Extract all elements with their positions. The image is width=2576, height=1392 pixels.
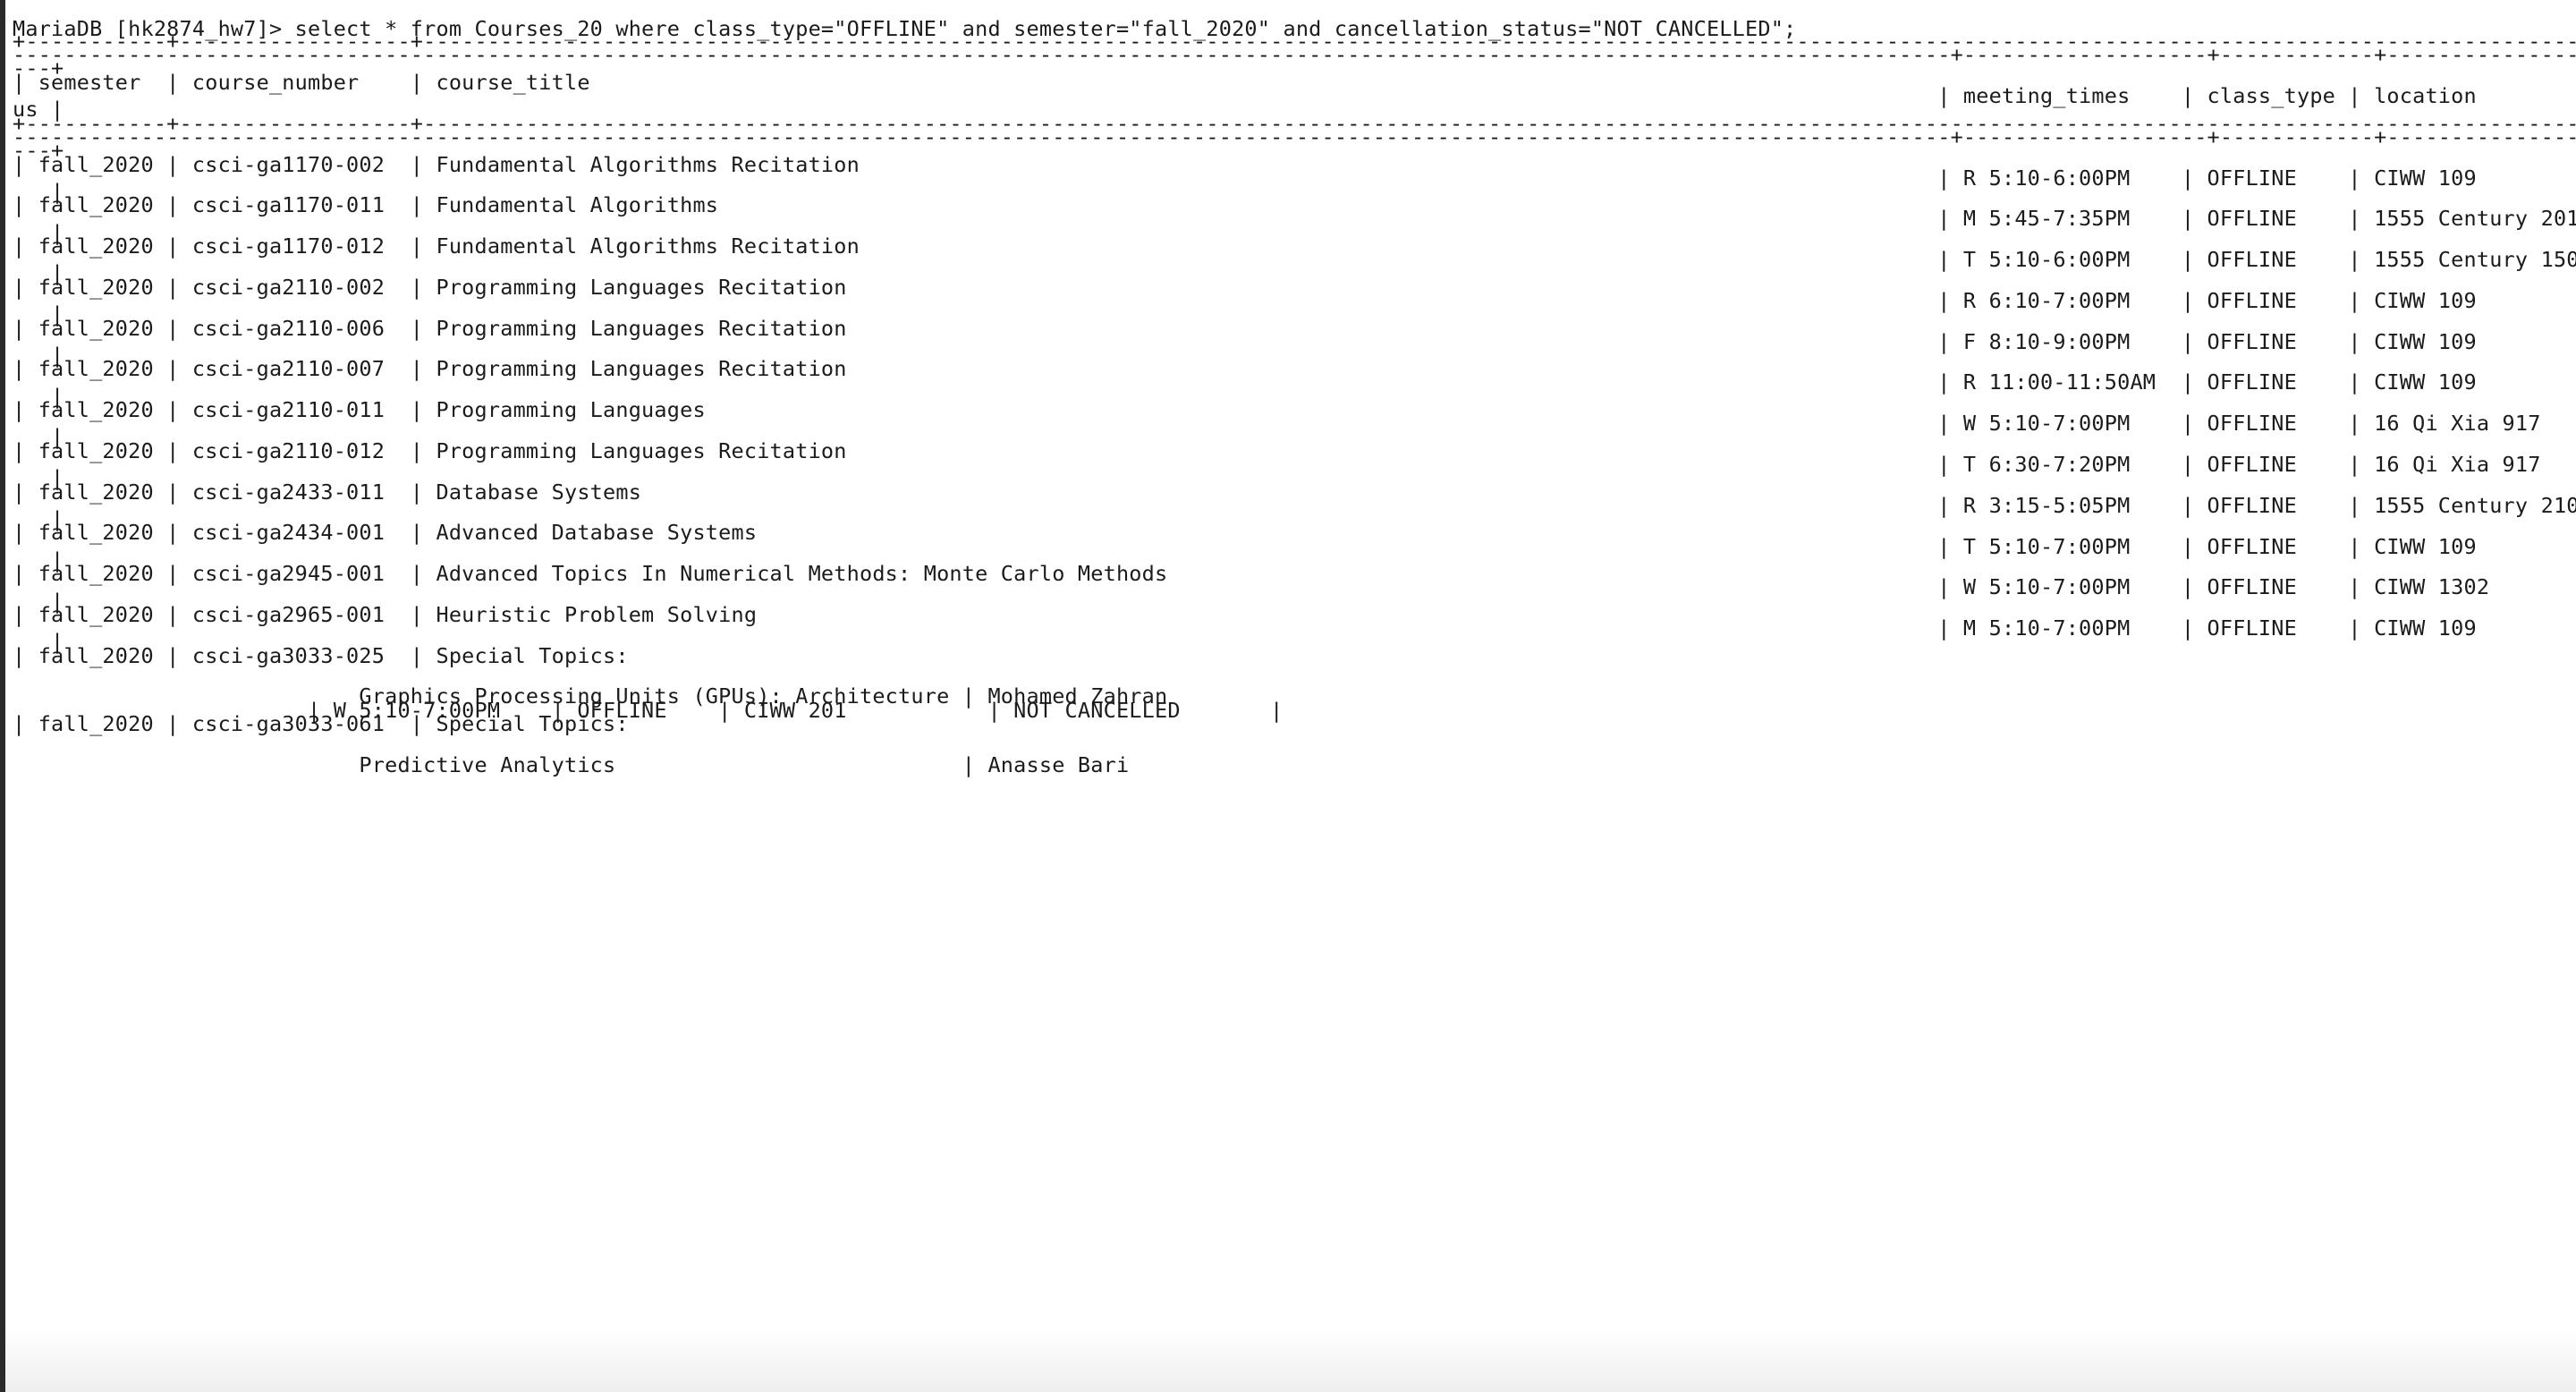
table-row: | M 5:45-7:35PM | OFFLINE | 1555 Century… bbox=[13, 206, 2576, 231]
table-row: | R 6:10-7:00PM | OFFLINE | CIWW 109 | N… bbox=[13, 288, 2576, 313]
table-row: | W 5:10-7:00PM | OFFLINE | CIWW 1302 | … bbox=[13, 574, 2576, 599]
table-border: ----------------------------------------… bbox=[13, 42, 2576, 67]
table-row: | T 6:30-7:20PM | OFFLINE | 16 Qi Xia 91… bbox=[13, 452, 2576, 477]
terminal-window[interactable]: MariaDB [hk2874_hw7]> select * from Cour… bbox=[0, 0, 2576, 1392]
table-row: | R 11:00-11:50AM | OFFLINE | CIWW 109 |… bbox=[13, 369, 2576, 395]
table-row: | fall_2020 | csci-ga3033-061 | Special … bbox=[13, 711, 629, 736]
table-row: | T 5:10-6:00PM | OFFLINE | 1555 Century… bbox=[13, 247, 2576, 272]
table-header: | meeting_times | class_type | location … bbox=[1937, 83, 2477, 108]
table-row: | R 3:15-5:05PM | OFFLINE | 1555 Century… bbox=[13, 493, 2576, 518]
table-row: | M 5:10-7:00PM | OFFLINE | CIWW 109 | N… bbox=[13, 615, 2576, 641]
window-edge-shadow bbox=[5, 1329, 2576, 1392]
table-row: | F 8:10-9:00PM | OFFLINE | CIWW 109 | N… bbox=[13, 329, 2576, 354]
table-row: | W 5:10-7:00PM | OFFLINE | 16 Qi Xia 91… bbox=[13, 411, 2576, 436]
table-border: ----------------------------------------… bbox=[13, 124, 2576, 149]
table-row: Predictive Analytics | Anasse Bari bbox=[13, 752, 1130, 777]
table-row: | R 5:10-6:00PM | OFFLINE | CIWW 109 | N… bbox=[13, 166, 2576, 191]
table-row: | T 5:10-7:00PM | OFFLINE | CIWW 109 | N… bbox=[13, 534, 2576, 559]
table-row: | fall_2020 | csci-ga3033-025 | Special … bbox=[13, 643, 629, 668]
